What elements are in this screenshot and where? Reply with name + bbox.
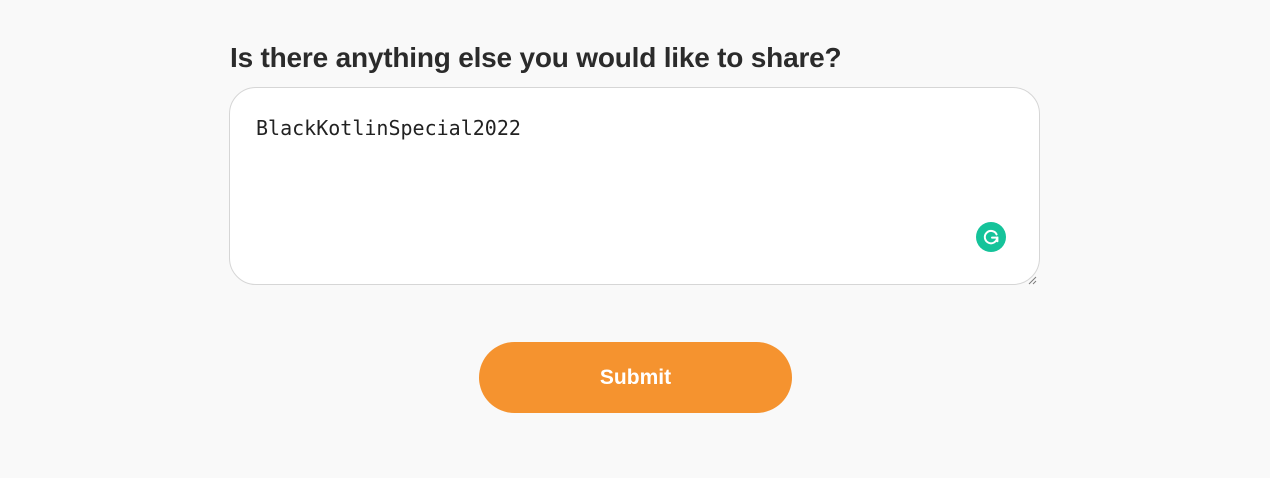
- resize-handle-icon[interactable]: [1027, 272, 1037, 285]
- question-heading: Is there anything else you would like to…: [230, 42, 842, 73]
- submit-button[interactable]: Submit: [479, 342, 792, 413]
- textarea-value: BlackKotlinSpecial2022: [256, 116, 521, 140]
- grammarly-icon[interactable]: [976, 222, 1006, 252]
- comments-textarea[interactable]: BlackKotlinSpecial2022: [229, 87, 1040, 285]
